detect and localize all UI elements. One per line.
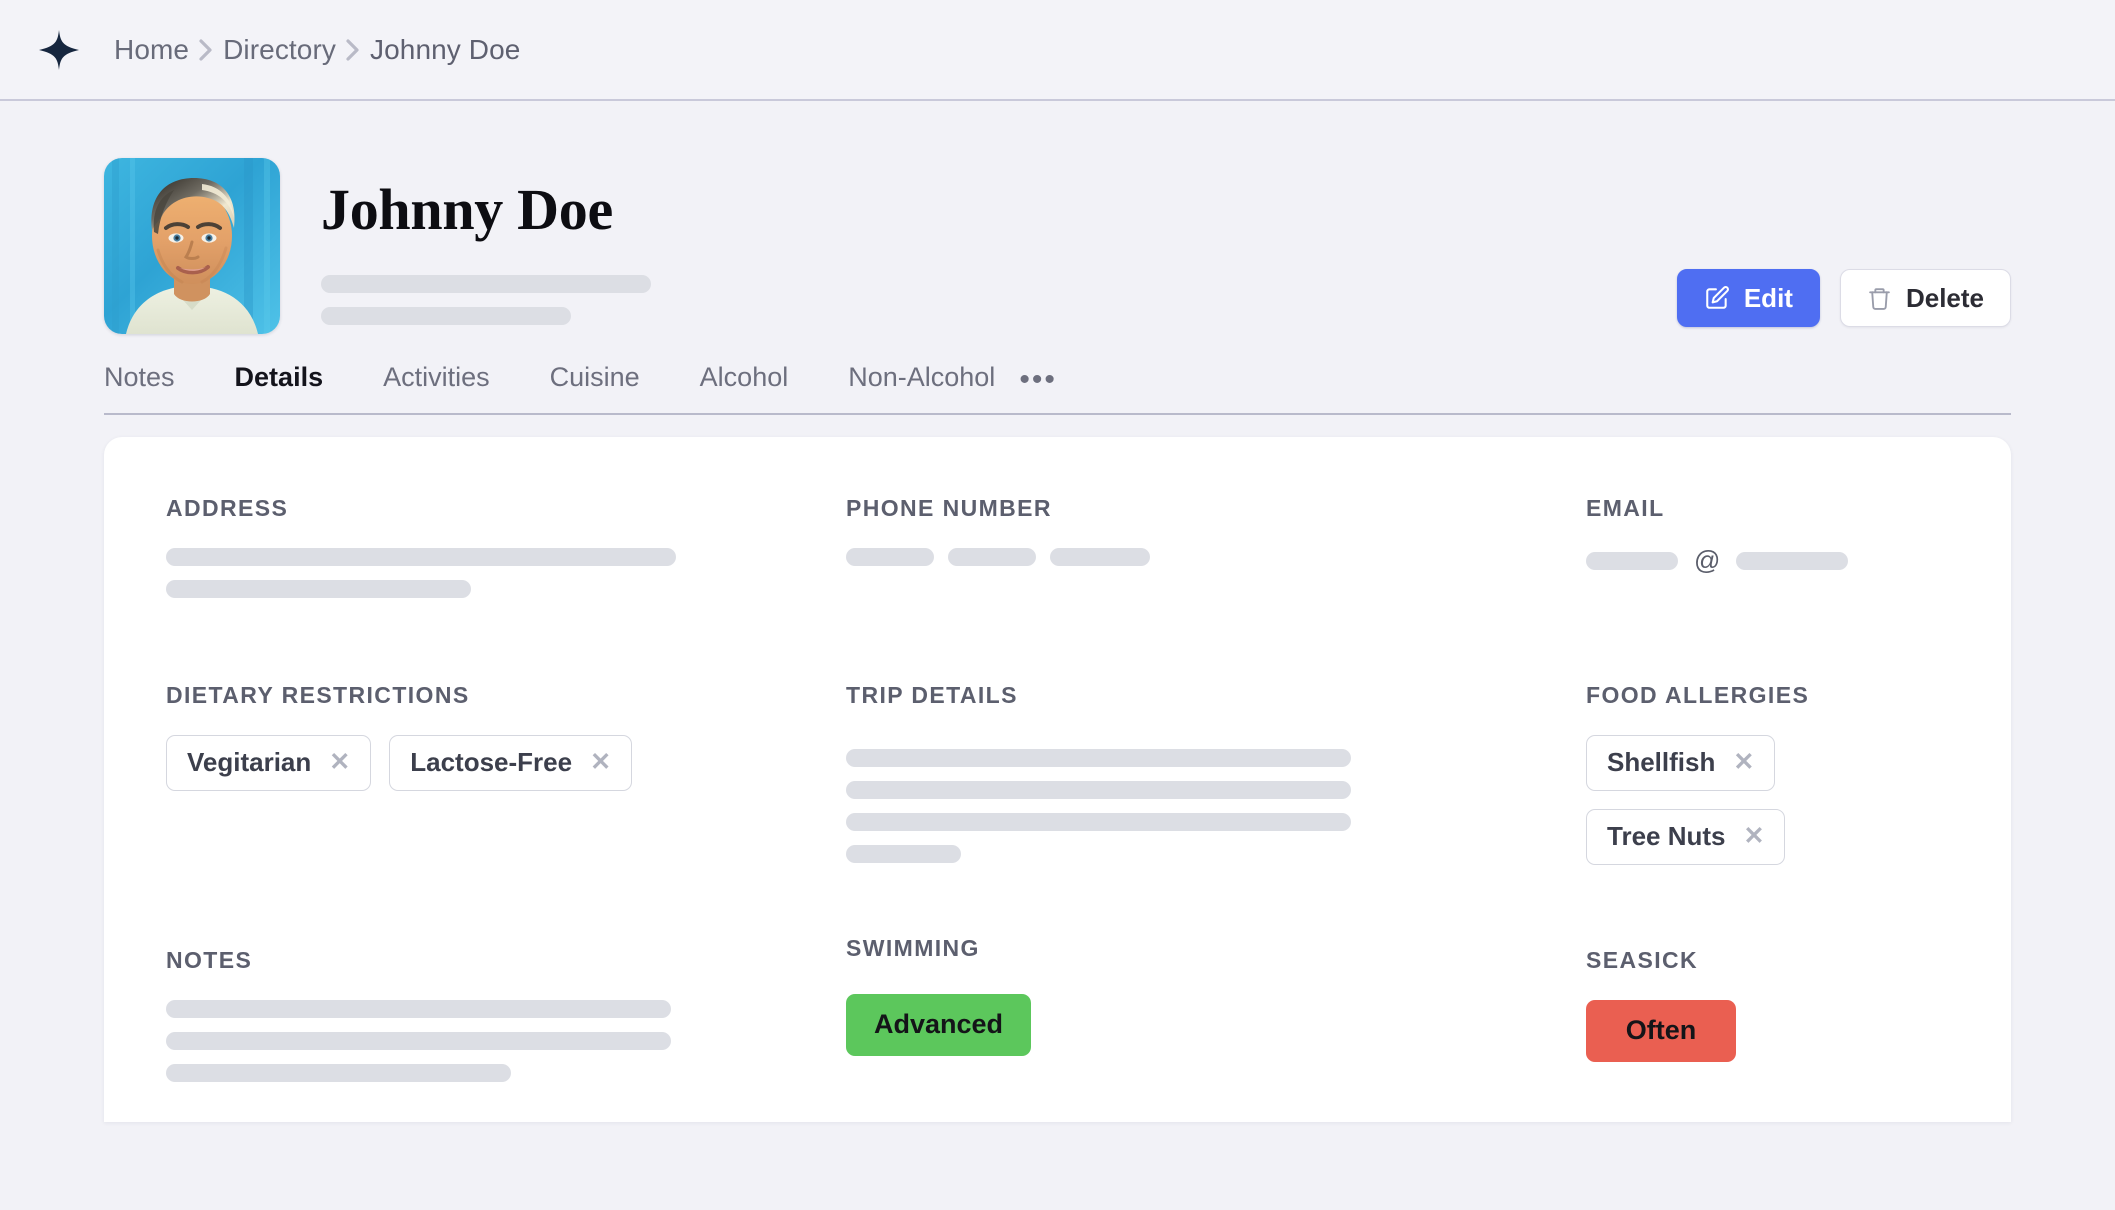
- field-swimming: SWIMMING Advanced: [846, 935, 1586, 1122]
- at-symbol: @: [1694, 544, 1721, 575]
- field-label: PHONE NUMBER: [846, 494, 1052, 521]
- edit-button[interactable]: Edit: [1676, 269, 1820, 327]
- chip-label: Tree Nuts: [1607, 821, 1726, 852]
- dietary-chip-list: Vegitarian ✕ Lactose-Free ✕: [166, 734, 806, 791]
- skeleton-bar: [1736, 551, 1849, 570]
- tab-overflow-button[interactable]: •••: [1019, 364, 1057, 413]
- profile-header: Johnny Doe Edit Delete Notes Details Act…: [0, 101, 2115, 415]
- tab-activities[interactable]: Activities: [383, 362, 490, 413]
- skeleton-bar: [166, 579, 471, 598]
- chip-lactose-free[interactable]: Lactose-Free ✕: [389, 734, 633, 791]
- chip-shellfish[interactable]: Shellfish ✕: [1586, 734, 1776, 791]
- skeleton-bar: [166, 999, 671, 1018]
- email-value-placeholder: @: [1586, 544, 1909, 575]
- breadcrumb-item-directory[interactable]: Directory: [223, 34, 336, 66]
- trip-details-value-placeholder: [846, 748, 1546, 863]
- details-card: ADDRESS PHONE NUMBER EMAIL @ DIETARY RES…: [104, 436, 2011, 1122]
- status-badge-swimming: Advanced: [846, 993, 1032, 1056]
- trash-icon: [1867, 286, 1892, 311]
- skeleton-bar: [321, 306, 571, 325]
- chip-vegitarian[interactable]: Vegitarian ✕: [166, 734, 372, 791]
- tab-notes[interactable]: Notes: [104, 362, 175, 413]
- breadcrumb: Home Directory Johnny Doe: [114, 34, 520, 66]
- header-actions: Edit Delete: [1676, 269, 2011, 327]
- close-icon[interactable]: ✕: [1744, 824, 1765, 849]
- close-icon[interactable]: ✕: [590, 750, 611, 775]
- page-title: Johnny Doe: [321, 177, 613, 242]
- field-email: EMAIL @: [1586, 495, 1949, 682]
- skeleton-bar: [948, 547, 1036, 566]
- field-notes: NOTES: [166, 947, 846, 1122]
- skeleton-bar: [1050, 547, 1150, 566]
- field-label: SEASICK: [1586, 946, 1699, 973]
- sparkle-star-icon[interactable]: [36, 27, 82, 73]
- chevron-right-icon: [336, 38, 370, 62]
- delete-button[interactable]: Delete: [1839, 269, 2011, 327]
- skeleton-bar: [846, 844, 961, 863]
- close-icon[interactable]: ✕: [1733, 750, 1754, 775]
- edit-button-label: Edit: [1743, 282, 1793, 313]
- chip-label: Lactose-Free: [410, 747, 573, 778]
- field-label: TRIP DETAILS: [846, 681, 1018, 708]
- skeleton-bar: [321, 274, 651, 293]
- tab-bar: Notes Details Activities Cuisine Alcohol…: [104, 347, 2011, 415]
- chip-tree-nuts[interactable]: Tree Nuts ✕: [1586, 808, 1786, 865]
- field-address: ADDRESS: [166, 495, 846, 682]
- skeleton-bar: [846, 748, 1351, 767]
- skeleton-bar: [166, 547, 676, 566]
- tab-cuisine[interactable]: Cuisine: [550, 362, 640, 413]
- breadcrumb-item-home[interactable]: Home: [114, 34, 189, 66]
- swimming-value: Advanced: [846, 993, 1546, 1056]
- skeleton-bar: [846, 547, 934, 566]
- phone-value-placeholder: [846, 547, 1546, 566]
- tab-alcohol[interactable]: Alcohol: [700, 362, 789, 413]
- delete-button-label: Delete: [1905, 282, 1984, 313]
- seasick-value: Often: [1586, 999, 1909, 1062]
- address-value-placeholder: [166, 547, 806, 598]
- field-phone-number: PHONE NUMBER: [846, 495, 1586, 682]
- avatar: [104, 158, 280, 334]
- field-label: SWIMMING: [846, 934, 980, 961]
- skeleton-bar: [166, 1063, 511, 1082]
- field-food-allergies: FOOD ALLERGIES Shellfish ✕ Tree Nuts ✕: [1586, 682, 1949, 947]
- field-trip-details: TRIP DETAILS: [846, 682, 1586, 947]
- skeleton-bar: [166, 1031, 671, 1050]
- field-label: EMAIL: [1586, 494, 1665, 521]
- allergies-chip-list: Shellfish ✕ Tree Nuts ✕: [1586, 734, 1909, 865]
- field-dietary-restrictions: DIETARY RESTRICTIONS Vegitarian ✕ Lactos…: [166, 682, 846, 947]
- tab-details[interactable]: Details: [235, 362, 324, 413]
- pencil-square-icon: [1704, 285, 1730, 311]
- chip-label: Vegitarian: [187, 747, 312, 778]
- skeleton-bar: [846, 812, 1351, 831]
- field-label: ADDRESS: [166, 494, 289, 521]
- field-label: DIETARY RESTRICTIONS: [166, 681, 470, 708]
- breadcrumb-item-current: Johnny Doe: [370, 33, 521, 65]
- field-label: NOTES: [166, 946, 253, 973]
- notes-value-placeholder: [166, 999, 806, 1082]
- skeleton-bar: [1586, 551, 1678, 570]
- field-label: FOOD ALLERGIES: [1586, 681, 1810, 708]
- status-badge-seasick: Often: [1586, 999, 1736, 1062]
- skeleton-bar: [846, 780, 1351, 799]
- chip-label: Shellfish: [1607, 747, 1716, 778]
- top-bar: Home Directory Johnny Doe: [0, 0, 2115, 101]
- close-icon[interactable]: ✕: [329, 750, 350, 775]
- field-seasick: SEASICK Often: [1586, 947, 1949, 1122]
- chevron-right-icon: [189, 38, 223, 62]
- tab-non-alcohol[interactable]: Non-Alcohol: [848, 362, 995, 413]
